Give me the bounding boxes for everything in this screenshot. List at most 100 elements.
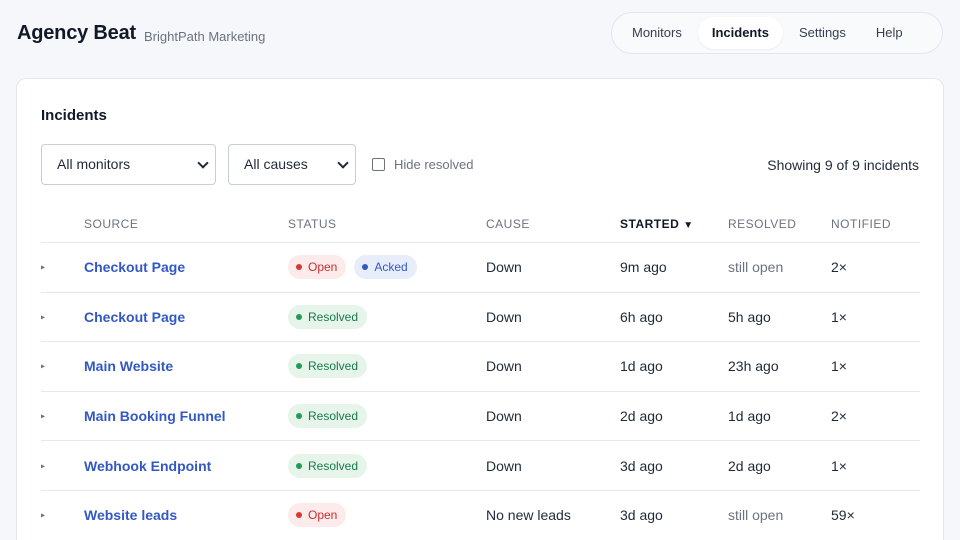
started-cell: 1d ago [620,358,663,375]
hide-resolved-label: Hide resolved [394,156,474,172]
started-cell: 9m ago [620,259,667,276]
status-badge-label: Resolved [308,458,359,473]
org-name: BrightPath Marketing [144,29,266,44]
incidents-table: SOURCE STATUS CAUSE STARTED ▼ RESOLVED NO… [41,204,920,540]
column-cause[interactable]: CAUSE [486,217,530,231]
status-badge-label: Resolved [308,309,359,324]
monitor-filter-select[interactable]: All monitors [41,144,216,185]
page-title: Incidents [41,107,107,124]
cause-cell: Down [486,308,522,325]
expand-row-icon[interactable]: ▸ [41,412,45,421]
expand-row-icon[interactable]: ▸ [41,461,45,470]
table-row[interactable]: ▸ Main Booking Funnel Resolved Down 2d ago 1d… [41,392,920,442]
nav-help[interactable]: Help [862,17,917,49]
notified-cell: 1× [831,457,847,474]
status-badge-resolved: Resolved [288,453,368,478]
status-dot-icon [296,313,302,320]
status-badge-resolved: Resolved [288,354,368,379]
chevron-down-icon [337,157,349,169]
status-badge-label: Acked [374,260,408,275]
status-dot-icon [296,512,302,519]
table-body: ▸ Checkout Page Open Acked Down 9m ago still o… [41,243,920,540]
status-cell: Resolved [288,304,368,329]
cause-filter-select[interactable]: All causes [228,144,356,185]
resolved-cell: 5h ago [728,308,771,325]
expand-row-icon[interactable]: ▸ [41,362,45,371]
resolved-cell: 1d ago [728,408,771,425]
cause-cell: Down [486,457,522,474]
status-dot-icon [296,462,302,469]
status-badge-resolved: Resolved [288,404,368,429]
resolved-cell: 23h ago [728,358,779,375]
status-cell: Resolved [288,354,368,379]
column-source[interactable]: SOURCE [84,217,138,231]
expand-row-icon[interactable]: ▸ [41,312,45,321]
cause-cell: Down [486,358,522,375]
status-cell: Resolved [288,404,368,429]
table-header: SOURCE STATUS CAUSE STARTED ▼ RESOLVED NO… [41,204,920,243]
nav-settings[interactable]: Settings [785,17,860,49]
expand-row-icon[interactable]: ▸ [41,511,45,520]
table-row[interactable]: ▸ Webhook Endpoint Resolved Down 3d ago 2d ag… [41,441,920,491]
resolved-cell: still open [728,507,784,524]
incidents-card: Incidents All monitors All causes Hide r… [16,78,944,540]
monitor-filter-value: All monitors [57,156,131,172]
column-resolved[interactable]: RESOLVED [728,217,796,231]
table-row[interactable]: ▸ Checkout Page Open Acked Down 9m ago still o… [41,243,920,293]
table-row[interactable]: ▸ Checkout Page Resolved Down 6h ago 5h ago 1× [41,293,920,343]
column-notified[interactable]: NOTIFIED [831,217,891,231]
started-cell: 6h ago [620,308,663,325]
sort-desc-icon: ▼ [683,220,694,231]
notified-cell: 59× [831,507,855,524]
started-cell: 3d ago [620,457,663,474]
chevron-down-icon [197,157,209,169]
column-started[interactable]: STARTED ▼ [620,217,694,231]
status-badge-open: Open [288,503,347,528]
status-badge-resolved: Resolved [288,304,368,329]
notified-cell: 1× [831,358,847,375]
started-cell: 3d ago [620,507,663,524]
cause-cell: Down [486,408,522,425]
table-row[interactable]: ▸ Main Website Resolved Down 1d ago 23h ago 1× [41,342,920,392]
column-status[interactable]: STATUS [288,217,337,231]
source-link[interactable]: Webhook Endpoint [84,458,211,474]
notified-cell: 1× [831,308,847,325]
status-badge-open: Open [288,255,347,280]
incident-count: Showing 9 of 9 incidents [767,157,919,173]
nav-incidents[interactable]: Incidents [697,17,783,49]
app-title: Agency Beat [17,22,136,44]
notified-cell: 2× [831,259,847,276]
status-cell: Open [288,503,347,528]
resolved-cell: still open [728,259,784,276]
status-dot-icon [296,363,302,370]
status-badge-label: Open [308,508,338,523]
column-started-label: STARTED [620,217,680,231]
status-dot-icon [362,264,369,271]
cause-cell: No new leads [486,507,571,524]
status-badge-label: Resolved [308,409,359,424]
cause-filter-value: All causes [244,156,308,172]
status-badge-label: Open [308,260,338,275]
source-link[interactable]: Main Booking Funnel [84,408,226,424]
cause-cell: Down [486,259,522,276]
status-badge-acked: Acked [354,255,417,280]
status-cell: Open Acked [288,255,417,280]
source-link[interactable]: Checkout Page [84,259,185,275]
status-badge-label: Resolved [308,359,359,374]
hide-resolved-toggle[interactable]: Hide resolved [372,156,474,172]
started-cell: 2d ago [620,408,663,425]
app-header: Agency Beat BrightPath Marketing Monitor… [0,0,960,70]
table-row[interactable]: ▸ Website leads Open No new leads 3d ago stil… [41,491,920,540]
hide-resolved-checkbox[interactable] [372,157,385,171]
nav-monitors[interactable]: Monitors [618,17,696,49]
status-dot-icon [296,413,302,420]
resolved-cell: 2d ago [728,457,771,474]
notified-cell: 2× [831,408,847,425]
expand-row-icon[interactable]: ▸ [41,263,45,272]
top-nav: Monitors Incidents Settings Help [611,12,943,54]
status-dot-icon [296,264,302,271]
source-link[interactable]: Website leads [84,507,177,523]
source-link[interactable]: Main Website [84,358,173,374]
source-link[interactable]: Checkout Page [84,309,185,325]
status-cell: Resolved [288,453,368,478]
